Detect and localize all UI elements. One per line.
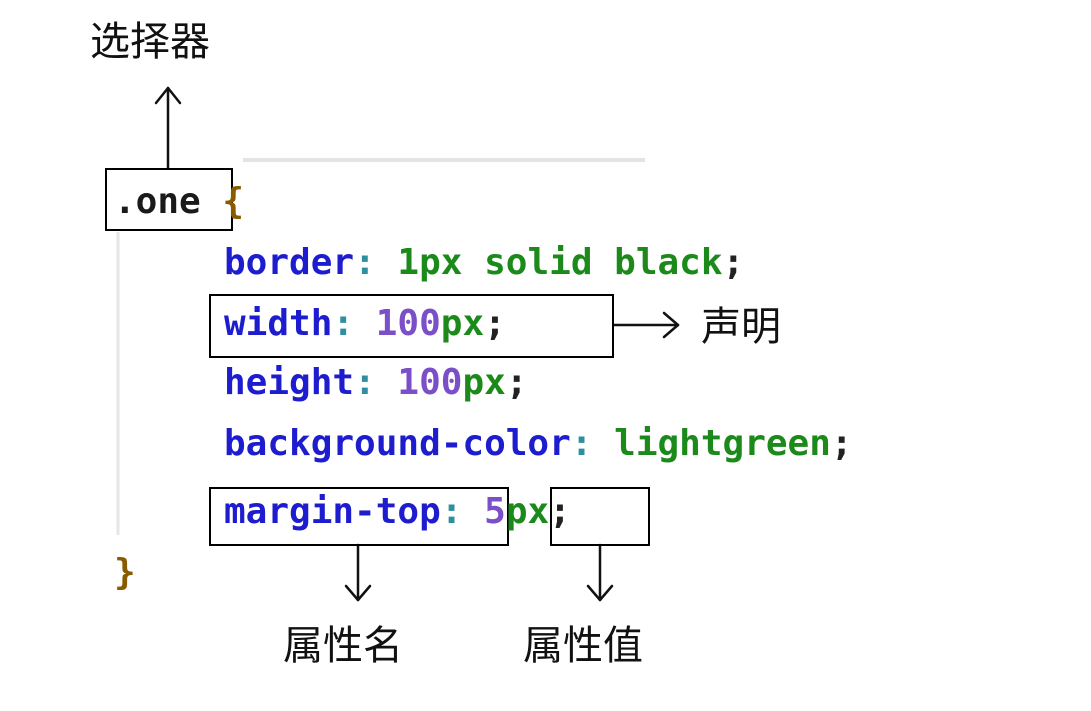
number: 5 [484,491,506,532]
property: width [224,303,333,344]
code-line-width: width: 100px; [224,306,506,342]
unit: px [440,303,485,344]
number: 100 [397,362,463,403]
declaration-arrow [612,311,680,339]
close-brace: } [114,552,136,593]
colon: : [354,362,376,403]
property-name-arrow [344,543,372,602]
semicolon: ; [549,491,571,532]
code-line-margin-top: margin-top: 5px; [224,494,571,530]
property: margin-top [224,491,441,532]
colon: : [354,242,376,283]
semicolon: ; [484,303,506,344]
property-value-label: 属性值 [523,623,643,669]
colon: : [440,491,463,532]
unit: px [505,491,550,532]
property-name-label: 属性名 [283,623,403,669]
property: height [224,362,355,403]
value: 1px solid black [397,242,723,283]
close-brace-line: } [114,555,136,591]
selector-text: .one [114,181,201,222]
semicolon: ; [830,423,853,464]
property: border [224,242,355,283]
value: lightgreen [614,423,831,464]
semicolon: ; [505,362,528,403]
code-line-background-color: background-color: lightgreen; [224,426,853,462]
css-syntax-diagram: 选择器 声明 属性名 属性值 .one { border: 1px solid … [0,0,1091,711]
semicolon: ; [722,242,745,283]
colon: : [570,423,593,464]
selector-label: 选择器 [90,19,210,65]
open-brace: { [222,181,245,222]
selector-line: .one { [114,184,244,220]
unit: px [462,362,506,403]
colon: : [332,303,355,344]
code-line-height: height: 100px; [224,365,528,401]
number: 100 [375,303,441,344]
code-line-border: border: 1px solid black; [224,245,744,281]
property: background-color [224,423,571,464]
property-value-arrow [586,543,614,602]
declaration-label: 声明 [701,304,781,350]
selector-arrow [154,86,182,170]
